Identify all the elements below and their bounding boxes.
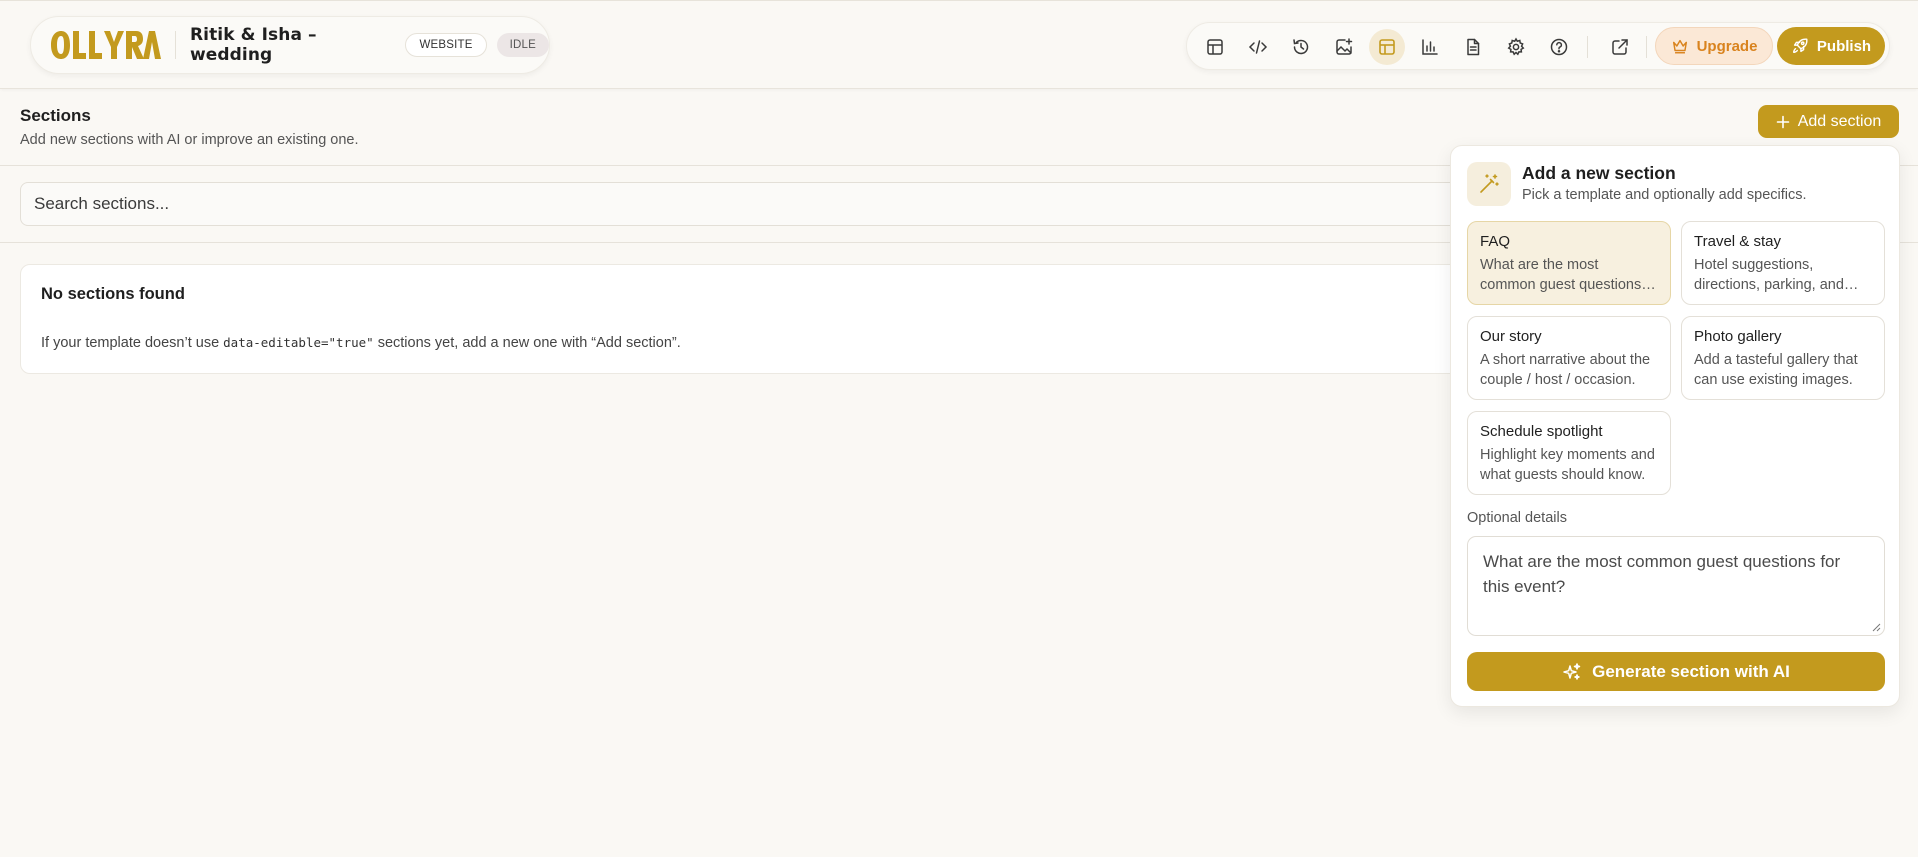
help-icon [1550, 38, 1568, 56]
sparkles-icon [1563, 662, 1581, 680]
add-section-panel: Add a new section Pick a template and op… [1450, 145, 1900, 707]
empty-state-card: No sections found If your template doesn… [20, 264, 1460, 374]
generate-section-button[interactable]: Generate section with AI [1467, 652, 1885, 691]
empty-desc-part: sections yet, add a new one with “Add se… [373, 335, 681, 351]
empty-desc-code: data-editable="true" [223, 335, 374, 350]
template-card-travel[interactable]: Travel & stay Hotel suggestions, directi… [1681, 221, 1885, 305]
layout-icon [1207, 39, 1223, 55]
external-link-icon [1612, 39, 1628, 55]
toolbar-divider [1646, 36, 1647, 58]
generate-label: Generate section with AI [1592, 661, 1790, 681]
optional-details-label: Optional details [1467, 510, 1567, 526]
add-section-label: Add section [1797, 112, 1882, 130]
template-card-faq[interactable]: FAQ What are the most common guest quest… [1467, 221, 1671, 305]
crown-icon [1672, 39, 1687, 54]
sections-button[interactable] [1369, 29, 1405, 65]
analytics-button[interactable] [1412, 29, 1448, 65]
panel-icon-box [1467, 162, 1511, 206]
document-icon [1467, 38, 1480, 56]
template-card-schedule[interactable]: Schedule spotlight Highlight key moments… [1467, 411, 1671, 495]
publish-button[interactable]: Publish [1777, 27, 1885, 65]
template-name: Travel & stay [1694, 233, 1781, 250]
upgrade-label: Upgrade [1696, 37, 1758, 55]
page-subtitle: Add new sections with AI or improve an e… [20, 132, 359, 148]
upgrade-button[interactable]: Upgrade [1655, 27, 1773, 65]
toolbar: Upgrade Publish [1186, 22, 1890, 70]
project-title: Ritik & Isha – wedding [189, 25, 317, 65]
template-card-photo-gallery[interactable]: Photo gallery Add a tasteful gallery tha… [1681, 316, 1885, 400]
page-title: Sections [20, 106, 91, 125]
status-badge: IDLE [496, 33, 549, 57]
type-badge: WEBSITE [405, 33, 487, 57]
add-section-button[interactable]: Add section [1758, 105, 1899, 138]
history-button[interactable] [1283, 29, 1319, 65]
plus-icon [1776, 115, 1789, 128]
panel-title: Add a new section [1522, 163, 1676, 183]
panel-subtitle: Pick a template and optionally add speci… [1522, 187, 1807, 203]
image-ai-button[interactable] [1326, 29, 1362, 65]
sections-icon [1379, 39, 1395, 55]
template-description: Hotel suggestions, directions, parking, … [1694, 257, 1844, 293]
code-icon [1248, 40, 1268, 54]
template-description: Add a tasteful gallery that can use exis… [1694, 352, 1858, 388]
toolbar-divider [1587, 36, 1588, 58]
optional-details-textarea[interactable]: What are the most common guest questions… [1467, 536, 1885, 636]
code-button[interactable] [1240, 29, 1276, 65]
template-name: Our story [1480, 328, 1542, 345]
template-description: What are the most common guest questions… [1480, 257, 1642, 293]
layout-button[interactable] [1197, 29, 1233, 65]
template-name: Schedule spotlight [1480, 423, 1603, 440]
gear-icon [1507, 37, 1525, 56]
document-button[interactable] [1455, 29, 1491, 65]
empty-desc-part: If your template doesn’t use [41, 335, 224, 351]
help-button[interactable] [1541, 29, 1577, 65]
template-description: A short narrative about the couple / hos… [1480, 352, 1651, 388]
optional-details-value: What are the most common guest questions… [1483, 552, 1841, 596]
template-name: FAQ [1480, 233, 1511, 250]
logo-icon [51, 31, 161, 59]
magic-wand-icon [1480, 174, 1499, 193]
template-name: Photo gallery [1694, 328, 1782, 345]
publish-label: Publish [1816, 37, 1872, 55]
top-bar: Ritik & Isha – wedding WEBSITE IDLE Upgr… [0, 0, 1918, 89]
resize-handle-icon[interactable] [1871, 622, 1881, 632]
open-site-button[interactable] [1602, 29, 1638, 65]
project-header: Ritik & Isha – wedding WEBSITE IDLE [30, 16, 550, 74]
history-icon [1293, 39, 1309, 55]
brand-logo[interactable] [49, 28, 161, 62]
empty-state-title: No sections found [41, 285, 185, 303]
image-magic-icon [1336, 38, 1353, 55]
header-divider [175, 31, 176, 59]
settings-button[interactable] [1498, 29, 1534, 65]
chart-icon [1422, 39, 1438, 55]
rocket-icon [1792, 38, 1808, 54]
empty-state-description: If your template doesn’t use data-editab… [41, 335, 681, 351]
template-card-our-story[interactable]: Our story A short narrative about the co… [1467, 316, 1671, 400]
template-description: Highlight key moments and what guests sh… [1480, 447, 1655, 483]
